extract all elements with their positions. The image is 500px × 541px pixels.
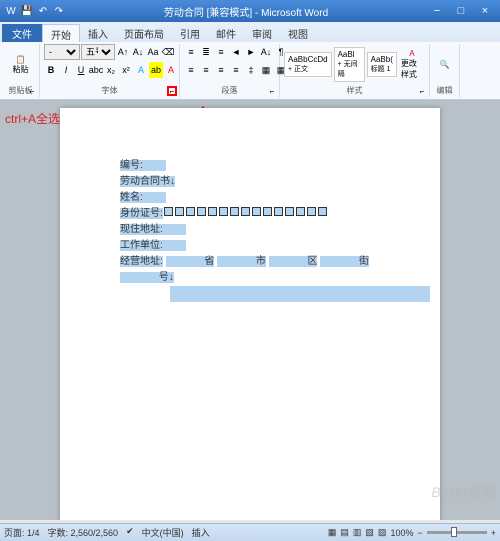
undo-icon[interactable]: ↶	[36, 4, 50, 18]
shrink-font-icon[interactable]: A↓	[131, 44, 145, 60]
zoom-in-button[interactable]: +	[491, 528, 496, 538]
paste-label: 粘贴	[13, 64, 29, 75]
watermark: Baidu经验	[431, 482, 495, 502]
minimize-button[interactable]: −	[426, 3, 448, 19]
view-web-icon[interactable]: ▥	[353, 527, 362, 538]
doc-line: 身份证号:	[120, 206, 380, 222]
para-launcher[interactable]: ⌐	[267, 86, 277, 96]
group-paragraph: ≡ ≣ ≡ ◄ ► A↓ ¶ ≡ ≡ ≡ ≡ ‡ ▦ ▦ 段落 ⌐	[180, 44, 280, 97]
decrease-indent-icon[interactable]: ◄	[229, 44, 243, 60]
styles-group-label: 样式	[284, 85, 425, 97]
ribbon-tabs: 文件 开始 插入 页面布局 引用 邮件 审阅 视图	[0, 22, 500, 42]
line-spacing-icon[interactable]: ‡	[244, 62, 258, 78]
shading-icon[interactable]: ▦	[259, 62, 273, 78]
page-status[interactable]: 页面: 1/4	[4, 526, 40, 539]
italic-button[interactable]: I	[59, 62, 73, 78]
style-heading1[interactable]: AaBb( 标题 1	[367, 52, 397, 77]
doc-line: 姓名:	[120, 190, 380, 206]
zoom-level[interactable]: 100%	[390, 528, 413, 538]
font-color-icon[interactable]: A	[164, 62, 178, 78]
titlebar: W 💾 ↶ ↷ 劳动合同 [兼容模式] - Microsoft Word − □…	[0, 0, 500, 22]
doc-line	[120, 286, 380, 302]
tab-file[interactable]: 文件	[2, 24, 42, 42]
group-editing: 🔍 编辑	[430, 44, 460, 97]
text-effects-icon[interactable]: A	[134, 62, 148, 78]
window-title: 劳动合同 [兼容模式] - Microsoft Word	[164, 4, 328, 19]
superscript-button[interactable]: x²	[119, 62, 133, 78]
style-normal[interactable]: AaBbCcDd + 正文	[284, 52, 332, 77]
group-clipboard: 📋 粘贴 剪贴板 ⌐	[2, 44, 40, 97]
tab-mailings[interactable]: 邮件	[208, 24, 244, 42]
doc-line: 现住地址:	[120, 222, 380, 238]
tab-review[interactable]: 审阅	[244, 24, 280, 42]
view-print-icon[interactable]: ▦	[328, 527, 337, 538]
save-icon[interactable]: 💾	[20, 4, 34, 18]
increase-indent-icon[interactable]: ►	[244, 44, 258, 60]
strike-button[interactable]: abc	[89, 62, 103, 78]
view-read-icon[interactable]: ▤	[340, 527, 349, 538]
font-dialog-launcher[interactable]: ⌐	[167, 86, 177, 96]
font-group-label: 字体	[44, 85, 175, 97]
tab-home[interactable]: 开始	[42, 24, 80, 42]
ribbon: 📋 粘贴 剪贴板 ⌐ - 五号 A↑ A↓ Aa ⌫ B I U abc x₂ …	[0, 42, 500, 100]
font-name-select[interactable]: -	[44, 44, 80, 60]
maximize-button[interactable]: □	[450, 3, 472, 19]
group-styles: AaBbCcDd + 正文 AaBl + 无间隔 AaBb( 标题 1 A 更改…	[280, 44, 430, 97]
tab-insert[interactable]: 插入	[80, 24, 116, 42]
underline-button[interactable]: U	[74, 62, 88, 78]
quick-access: W 💾 ↶ ↷	[4, 4, 66, 18]
view-draft-icon[interactable]: ▨	[378, 527, 387, 538]
doc-line: 编号:	[120, 158, 380, 174]
zoom-slider[interactable]	[427, 531, 487, 534]
multilevel-icon[interactable]: ≡	[214, 44, 228, 60]
styles-launcher[interactable]: ⌐	[417, 86, 427, 96]
clipboard-launcher[interactable]: ⌐	[27, 86, 37, 96]
search-icon: 🔍	[440, 60, 450, 69]
editing-group-label: 编辑	[434, 85, 455, 97]
change-styles-button[interactable]: A 更改样式	[399, 45, 425, 85]
zoom-thumb[interactable]	[451, 527, 457, 537]
tab-references[interactable]: 引用	[172, 24, 208, 42]
page: 编号: 劳动合同书↓ 姓名: 身份证号: 现住地址: 工作单位: 经营地址: 省…	[60, 108, 440, 520]
close-button[interactable]: ×	[474, 3, 496, 19]
sort-icon[interactable]: A↓	[259, 44, 273, 60]
find-button[interactable]: 🔍	[434, 45, 455, 85]
highlight-icon[interactable]: ab	[149, 62, 163, 78]
zoom-out-button[interactable]: −	[417, 528, 422, 538]
bullets-icon[interactable]: ≡	[184, 44, 198, 60]
clear-format-icon[interactable]: ⌫	[161, 44, 175, 60]
grow-font-icon[interactable]: A↑	[116, 44, 130, 60]
change-case-icon[interactable]: Aa	[146, 44, 160, 60]
styles-icon: A	[409, 49, 414, 58]
word-icon: W	[4, 4, 18, 18]
language-status[interactable]: 中文(中国)	[142, 526, 184, 539]
bold-button[interactable]: B	[44, 62, 58, 78]
justify-icon[interactable]: ≡	[229, 62, 243, 78]
doc-line: 经营地址: 省 市 区 街 号↓	[120, 254, 380, 286]
proofing-icon[interactable]: ✔	[126, 526, 134, 539]
align-left-icon[interactable]: ≡	[184, 62, 198, 78]
document-area[interactable]: ↑ ctrl+A全选文档以后，点击红框内的箭头，也就是启动字体设置对话框。 编号…	[0, 100, 500, 520]
insert-mode[interactable]: 插入	[192, 526, 210, 539]
paste-button[interactable]: 📋 粘贴	[6, 45, 35, 85]
font-size-select[interactable]: 五号	[81, 44, 115, 60]
statusbar: 页面: 1/4 字数: 2,560/2,560 ✔ 中文(中国) 插入 ▦ ▤ …	[0, 523, 500, 541]
view-outline-icon[interactable]: ▧	[365, 527, 374, 538]
tab-view[interactable]: 视图	[280, 24, 316, 42]
align-center-icon[interactable]: ≡	[199, 62, 213, 78]
align-right-icon[interactable]: ≡	[214, 62, 228, 78]
word-count[interactable]: 字数: 2,560/2,560	[48, 526, 119, 539]
doc-line: 工作单位:	[120, 238, 380, 254]
para-group-label: 段落	[184, 85, 275, 97]
style-nospace[interactable]: AaBl + 无间隔	[334, 47, 365, 82]
clipboard-icon: 📋	[16, 55, 26, 64]
tab-layout[interactable]: 页面布局	[116, 24, 172, 42]
group-font: - 五号 A↑ A↓ Aa ⌫ B I U abc x₂ x² A ab A 字…	[40, 44, 180, 97]
redo-icon[interactable]: ↷	[52, 4, 66, 18]
numbering-icon[interactable]: ≣	[199, 44, 213, 60]
doc-line: 劳动合同书↓	[120, 174, 380, 190]
subscript-button[interactable]: x₂	[104, 62, 118, 78]
